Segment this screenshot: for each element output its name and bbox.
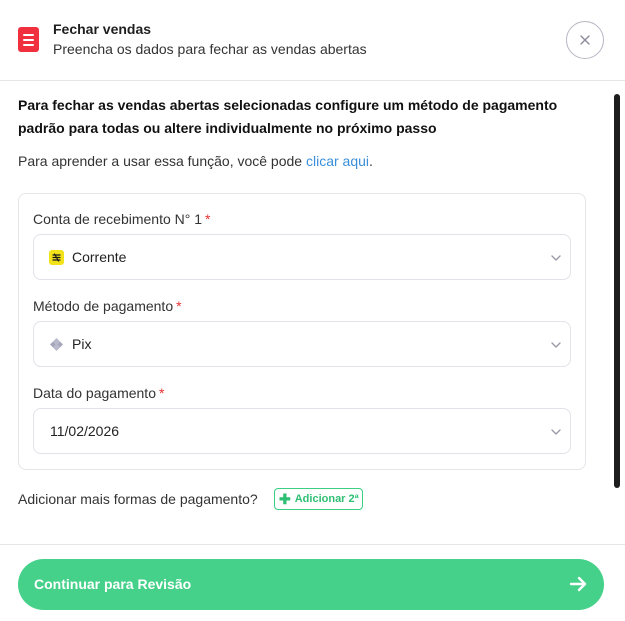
account-label: Conta de recebimento N° 1 *: [33, 211, 210, 227]
help-line: Para aprender a usar essa função, você p…: [18, 153, 373, 169]
required-marker: *: [205, 211, 211, 227]
pix-icon: [50, 338, 63, 351]
date-value: 11/02/2026: [50, 423, 120, 439]
account-value: Corrente: [72, 249, 127, 265]
add-payment-button-label: Adicionar 2ª: [294, 493, 359, 505]
continue-button[interactable]: Continuar para Revisão: [18, 559, 604, 610]
account-label-text: Conta de recebimento N° 1: [33, 211, 203, 227]
chevron-down-icon: [551, 429, 561, 435]
date-label: Data do pagamento *: [33, 385, 164, 401]
document-icon: [18, 27, 39, 52]
date-label-text: Data do pagamento: [33, 385, 156, 401]
modal-header: Fechar vendas Preencha os dados para fec…: [0, 0, 625, 81]
required-marker: *: [176, 298, 182, 314]
method-value: Pix: [72, 336, 92, 352]
close-icon: [580, 35, 590, 45]
bank-icon: [49, 250, 64, 265]
add-payment-button[interactable]: ✚ Adicionar 2ª: [274, 488, 363, 510]
date-field[interactable]: 11/02/2026: [33, 408, 571, 454]
plus-icon: ✚: [279, 491, 291, 507]
modal-subtitle: Preencha os dados para fechar as vendas …: [53, 41, 367, 57]
help-suffix: .: [369, 153, 373, 169]
intro-instructions: Para fechar as vendas abertas selecionad…: [18, 97, 558, 136]
required-marker: *: [158, 385, 165, 401]
chevron-down-icon: [551, 255, 561, 261]
method-select[interactable]: Pix: [33, 321, 571, 367]
arrow-right-icon: [569, 576, 587, 592]
continue-button-label: Continuar para Revisão: [34, 576, 192, 592]
chevron-down-icon: [551, 342, 561, 348]
help-prefix: Para aprender a usar essa função, você p…: [18, 153, 306, 169]
method-label: Método de pagamento *: [33, 298, 182, 314]
scrollbar[interactable]: [614, 94, 620, 488]
account-select[interactable]: Corrente: [33, 234, 571, 280]
help-link[interactable]: clicar aqui: [306, 153, 369, 169]
add-payment-text: Adicionar mais formas de pagamento?: [18, 491, 258, 507]
method-label-text: Método de pagamento: [33, 298, 174, 314]
close-button[interactable]: [566, 21, 604, 59]
modal-title: Fechar vendas: [53, 21, 152, 37]
